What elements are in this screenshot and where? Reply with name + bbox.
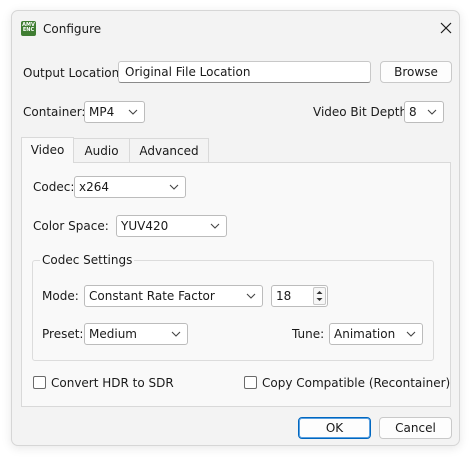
window-title: Configure bbox=[43, 22, 102, 36]
output-location-field[interactable]: Original File Location bbox=[118, 61, 371, 83]
mode-value: Constant Rate Factor bbox=[89, 289, 215, 303]
container-select[interactable]: MP4 bbox=[84, 101, 145, 123]
codec-label: Codec: bbox=[33, 180, 75, 194]
bit-depth-label: Video Bit Depth: bbox=[313, 105, 412, 119]
mode-select[interactable]: Constant Rate Factor bbox=[84, 285, 263, 307]
tab-audio[interactable]: Audio bbox=[73, 138, 130, 163]
bit-depth-value: 8 bbox=[409, 105, 417, 119]
crf-stepper[interactable]: 18 bbox=[271, 285, 328, 307]
output-location-label: Output Location: bbox=[23, 66, 124, 80]
crf-stepper-buttons[interactable] bbox=[313, 287, 326, 305]
bit-depth-select[interactable]: 8 bbox=[404, 101, 444, 123]
preset-label: Preset: bbox=[42, 327, 84, 341]
chevron-down-icon bbox=[427, 109, 437, 115]
browse-button[interactable]: Browse bbox=[380, 61, 452, 83]
ok-button[interactable]: OK bbox=[298, 417, 371, 439]
tune-label: Tune: bbox=[292, 327, 325, 341]
color-space-label: Color Space: bbox=[33, 219, 109, 233]
configure-dialog: AMV ENC Configure Output Location: Origi… bbox=[11, 10, 460, 446]
codec-value: x264 bbox=[79, 180, 110, 194]
app-icon: AMV ENC bbox=[21, 21, 36, 36]
codec-settings-group bbox=[32, 260, 434, 361]
copy-compatible-checkbox[interactable] bbox=[244, 376, 257, 389]
tune-value: Animation bbox=[334, 327, 396, 341]
chevron-down-icon bbox=[128, 109, 138, 115]
chevron-down-icon bbox=[210, 223, 220, 229]
close-icon bbox=[440, 22, 452, 34]
tune-select[interactable]: Animation bbox=[329, 323, 423, 345]
copy-compatible-label: Copy Compatible (Recontainer) bbox=[262, 376, 451, 390]
chevron-down-icon bbox=[246, 293, 256, 299]
chevron-down-icon bbox=[169, 184, 179, 190]
tab-video[interactable]: Video bbox=[21, 137, 74, 163]
crf-value: 18 bbox=[276, 289, 292, 303]
spin-up-down-icon bbox=[316, 291, 323, 301]
tab-advanced[interactable]: Advanced bbox=[129, 138, 209, 163]
color-space-value: YUV420 bbox=[121, 219, 169, 233]
chevron-down-icon bbox=[406, 331, 416, 337]
container-value: MP4 bbox=[89, 105, 115, 119]
preset-select[interactable]: Medium bbox=[84, 323, 188, 345]
container-label: Container: bbox=[23, 105, 86, 119]
app-icon-text-bottom: ENC bbox=[22, 27, 35, 33]
mode-label: Mode: bbox=[42, 289, 79, 303]
preset-value: Medium bbox=[89, 327, 137, 341]
close-button[interactable] bbox=[438, 20, 454, 36]
codec-settings-title: Codec Settings bbox=[40, 253, 135, 267]
codec-select[interactable]: x264 bbox=[74, 176, 186, 198]
chevron-down-icon bbox=[171, 331, 181, 337]
cancel-button[interactable]: Cancel bbox=[379, 417, 452, 439]
convert-hdr-label: Convert HDR to SDR bbox=[51, 376, 174, 390]
color-space-select[interactable]: YUV420 bbox=[116, 215, 227, 237]
convert-hdr-checkbox[interactable] bbox=[33, 376, 46, 389]
